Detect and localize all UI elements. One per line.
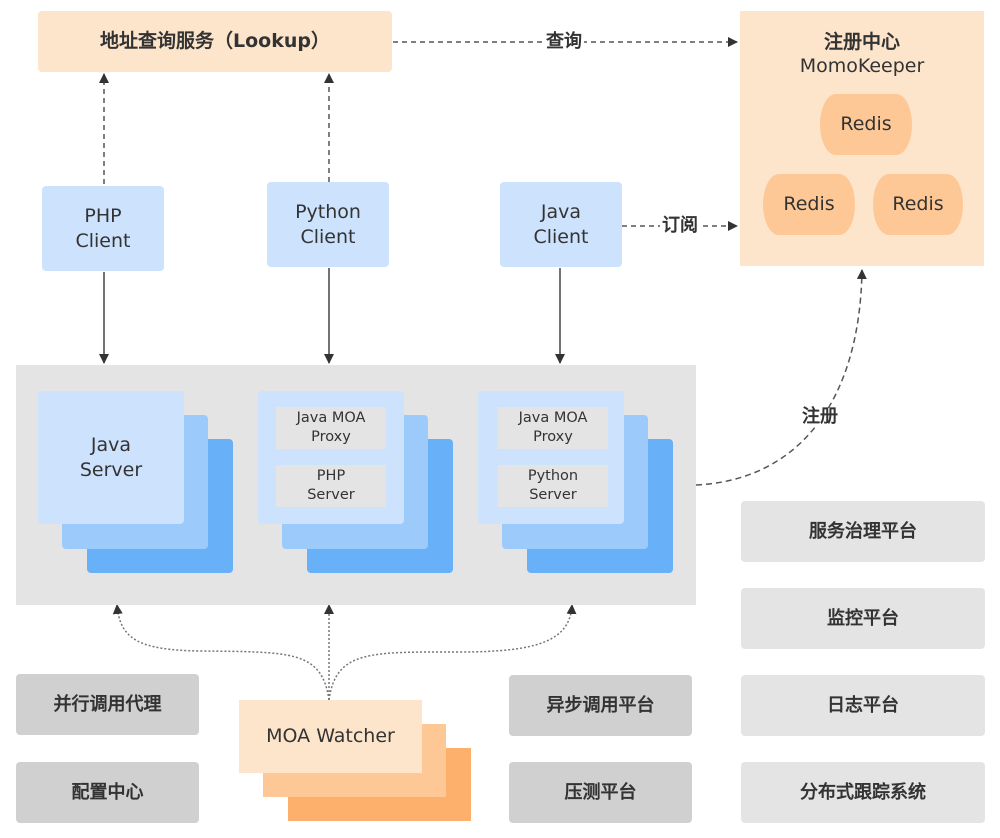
php-client[interactable]: PHP Client bbox=[42, 186, 164, 271]
registry-center[interactable]: 注册中心 MomoKeeper Redis Redis Redis bbox=[740, 11, 984, 266]
python-server-node[interactable]: Java MOA Proxy Python Server bbox=[478, 391, 624, 524]
lookup-service[interactable]: 地址查询服务（Lookup） bbox=[38, 11, 392, 72]
distributed-tracing-system[interactable]: 分布式跟踪系统 bbox=[741, 762, 985, 823]
parallel-call-proxy[interactable]: 并行调用代理 bbox=[16, 674, 199, 735]
registry-subtitle: MomoKeeper bbox=[799, 55, 925, 77]
redis-node[interactable]: Redis bbox=[763, 174, 855, 235]
subscribe-label: 订阅 bbox=[660, 215, 700, 236]
python-server[interactable]: Python Server bbox=[498, 465, 608, 507]
java-moa-proxy[interactable]: Java MOA Proxy bbox=[276, 407, 386, 449]
service-governance-platform[interactable]: 服务治理平台 bbox=[741, 501, 985, 562]
query-label: 查询 bbox=[544, 31, 584, 52]
redis-node[interactable]: Redis bbox=[820, 94, 912, 155]
python-client[interactable]: Python Client bbox=[267, 182, 389, 267]
java-moa-proxy[interactable]: Java MOA Proxy bbox=[498, 407, 608, 449]
redis-node[interactable]: Redis bbox=[873, 174, 963, 235]
monitoring-platform[interactable]: 监控平台 bbox=[741, 588, 985, 649]
php-server[interactable]: PHP Server bbox=[276, 465, 386, 507]
logging-platform[interactable]: 日志平台 bbox=[741, 675, 985, 736]
java-client[interactable]: Java Client bbox=[500, 182, 622, 267]
config-center[interactable]: 配置中心 bbox=[16, 762, 199, 823]
moa-watcher[interactable]: MOA Watcher bbox=[239, 700, 422, 773]
java-server[interactable]: Java Server bbox=[38, 391, 184, 524]
register-edge bbox=[695, 269, 867, 486]
stress-test-platform[interactable]: 压测平台 bbox=[509, 762, 692, 823]
registry-title: 注册中心 bbox=[823, 31, 900, 53]
php-server-node[interactable]: Java MOA Proxy PHP Server bbox=[258, 391, 404, 524]
register-label: 注册 bbox=[800, 406, 840, 427]
async-call-platform[interactable]: 异步调用平台 bbox=[509, 675, 692, 736]
